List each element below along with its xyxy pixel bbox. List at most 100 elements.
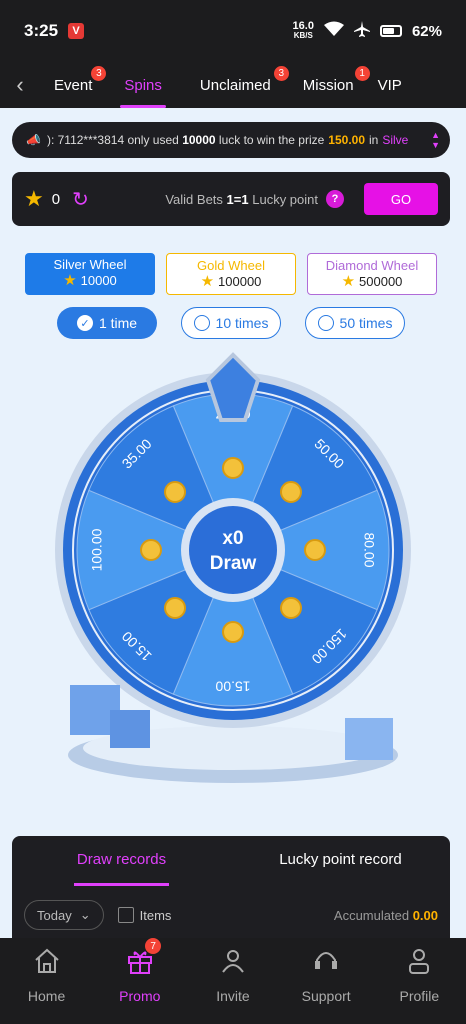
battery-percent: 62% [411, 22, 442, 40]
ticker-prize: 150.00 [328, 133, 365, 147]
ticker-text: luck to win the prize [218, 133, 325, 147]
nav-label: Promo [119, 988, 161, 1004]
back-arrow-icon[interactable]: ‹ [0, 72, 40, 98]
gold-wheel-button[interactable]: Gold Wheel ★ 100000 [166, 253, 296, 295]
nav-home[interactable]: Home [0, 938, 93, 1024]
ticker-wheel: Silve [382, 133, 409, 147]
ticker-user: ): 7112***3814 only used [46, 133, 179, 147]
coin-icon [164, 481, 187, 504]
coin-icon [279, 481, 302, 504]
winner-ticker: 📣 ): 7112***3814 only used 10000 luck to… [12, 122, 450, 158]
tab-mission[interactable]: Mission 1 [291, 62, 370, 108]
valid-bets-info: Valid Bets 1=1 Lucky point [165, 191, 318, 207]
tab-badge: 3 [273, 66, 289, 81]
wheel-segment-label: 80.00 [361, 532, 377, 567]
tab-draw-records[interactable]: Draw records [12, 836, 231, 886]
tab-label: Unclaimed [199, 76, 271, 94]
lucky-points-value: 0 [51, 190, 61, 208]
wheel-cost: ★ 10000 [63, 272, 117, 289]
tab-event[interactable]: Event 3 [40, 62, 107, 108]
option-label: 10 times [215, 315, 269, 331]
nav-support[interactable]: Support [280, 938, 373, 1024]
nav-label: Profile [399, 988, 440, 1004]
spin-50-times-option[interactable]: 50 times [305, 307, 405, 339]
status-bar: 3:25 V 16.0 KB/S 62% [0, 0, 466, 62]
radio-icon [193, 315, 210, 331]
wheel-name: Gold Wheel [197, 258, 265, 273]
top-tabs: ‹ Event 3 Spins Unclaimed 3 Mission 1 VI… [0, 62, 466, 108]
wheel-segment-label: 100.00 [89, 528, 105, 571]
battery-icon [379, 25, 402, 37]
radio-icon [317, 315, 334, 331]
megaphone-icon: 📣 [26, 133, 41, 147]
nav-label: Support [301, 988, 351, 1004]
tab-unclaimed[interactable]: Unclaimed 3 [180, 62, 291, 108]
gift-box [110, 710, 150, 748]
star-icon: ★ [63, 272, 77, 289]
tab-vip[interactable]: VIP [368, 62, 414, 108]
tab-badge: 3 [91, 66, 107, 81]
tab-label: VIP [377, 76, 402, 94]
invite-icon [222, 950, 244, 973]
bottom-nav: Home 7 Promo Invite Support Profile [0, 938, 466, 1024]
help-icon[interactable]: ? [326, 190, 344, 208]
spin-1-time-option[interactable]: ✓ 1 time [57, 307, 157, 339]
prize-wheel: 20.0050.0080.00150.0015.0015.00100.0035.… [55, 352, 411, 783]
records-tabs: Draw records Lucky point record [12, 836, 450, 886]
spin-10-times-option[interactable]: 10 times [181, 307, 281, 339]
option-label: 50 times [339, 315, 393, 331]
coin-icon [222, 457, 244, 479]
day-select[interactable]: Today ⌄ [24, 900, 104, 930]
nav-badge: 7 [145, 938, 162, 954]
app-notification-icon: V [68, 23, 85, 39]
ticker-luck: 10000 [182, 133, 216, 147]
network-speed: 16.0 KB/S [292, 20, 314, 41]
wheel-segment-label: 15.00 [215, 678, 250, 694]
coin-icon [304, 539, 326, 561]
tab-lucky-point-record[interactable]: Lucky point record [231, 836, 450, 886]
chevron-down-icon: ⌄ [79, 907, 91, 922]
wheel-cost: ★ 500000 [341, 273, 403, 290]
silver-wheel-button[interactable]: Silver Wheel ★ 10000 [25, 253, 155, 295]
profile-icon [409, 949, 430, 974]
nav-profile[interactable]: Profile [373, 938, 466, 1024]
wheel-cost: ★ 100000 [200, 273, 262, 290]
tab-label: Spins [124, 76, 162, 94]
records-panel: Draw records Lucky point record Today ⌄ … [12, 836, 450, 946]
diamond-wheel-button[interactable]: Diamond Wheel ★ 500000 [307, 253, 437, 295]
nav-invite[interactable]: Invite [186, 938, 279, 1024]
accumulated: Accumulated 0.00 [333, 907, 438, 923]
draw-label: Draw [210, 553, 257, 574]
lucky-points-bar: ★ 0 ↻ Valid Bets 1=1 Lucky point ? GO [12, 172, 450, 226]
tab-label: Mission [302, 76, 354, 94]
home-icon [34, 948, 59, 973]
headset-icon [315, 952, 338, 969]
ticker-in: in [369, 133, 379, 147]
coin-icon [164, 596, 187, 619]
star-icon: ★ [200, 273, 215, 290]
draw-multiplier: x0 [222, 528, 243, 549]
draw-button[interactable] [189, 506, 277, 594]
wheel-name: Silver Wheel [53, 257, 127, 272]
tab-label: Event [54, 76, 93, 94]
wheel-name: Diamond Wheel [325, 258, 419, 273]
items-checkbox[interactable] [117, 907, 134, 923]
refresh-icon[interactable]: ↻ [72, 187, 89, 212]
nav-label: Home [27, 988, 66, 1004]
coin-icon [222, 621, 244, 643]
check-icon: ✓ [76, 315, 93, 331]
star-icon: ★ [341, 273, 356, 290]
coin-icon [140, 539, 162, 561]
status-indicators: 16.0 KB/S 62% [293, 21, 442, 41]
day-select-value: Today [37, 907, 72, 923]
airplane-icon [353, 21, 370, 41]
records-filters: Today ⌄ Items Accumulated 0.00 [12, 886, 450, 930]
coin-icon [279, 596, 302, 619]
gift-box [345, 718, 393, 760]
go-button[interactable]: GO [364, 183, 438, 215]
status-time: 3:25 [24, 21, 59, 40]
ticker-scroll-icon[interactable]: ▲ ▼ [431, 130, 440, 150]
nav-promo[interactable]: 7 Promo [93, 938, 186, 1024]
tab-spins[interactable]: Spins [106, 62, 180, 108]
nav-label: Invite [216, 988, 250, 1004]
